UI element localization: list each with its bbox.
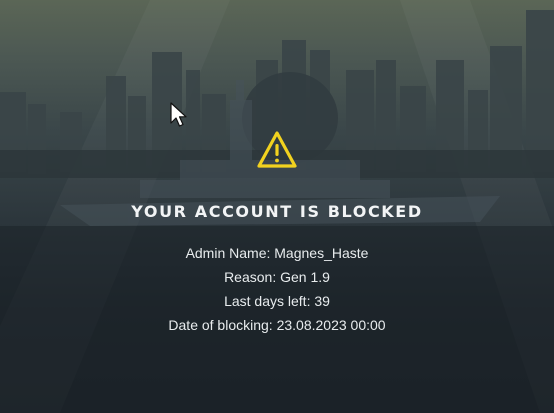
admin-name-text: Admin Name: Magnes_Haste <box>185 245 369 261</box>
warning-triangle-icon <box>257 131 297 168</box>
block-date-text: Date of blocking: 23.08.2023 00:00 <box>168 317 386 333</box>
block-details: Admin Name: Magnes_Haste Reason: Gen 1.9… <box>0 241 554 337</box>
reason-text: Reason: Gen 1.9 <box>224 269 330 285</box>
days-left-text: Last days left: 39 <box>224 293 330 309</box>
blocked-panel: YOUR ACCOUNT IS BLOCKED Admin Name: Magn… <box>0 130 554 337</box>
page-title: YOUR ACCOUNT IS BLOCKED <box>131 202 423 221</box>
mouse-pointer-icon <box>170 102 187 127</box>
blocked-screen: YOUR ACCOUNT IS BLOCKED Admin Name: Magn… <box>0 0 554 413</box>
